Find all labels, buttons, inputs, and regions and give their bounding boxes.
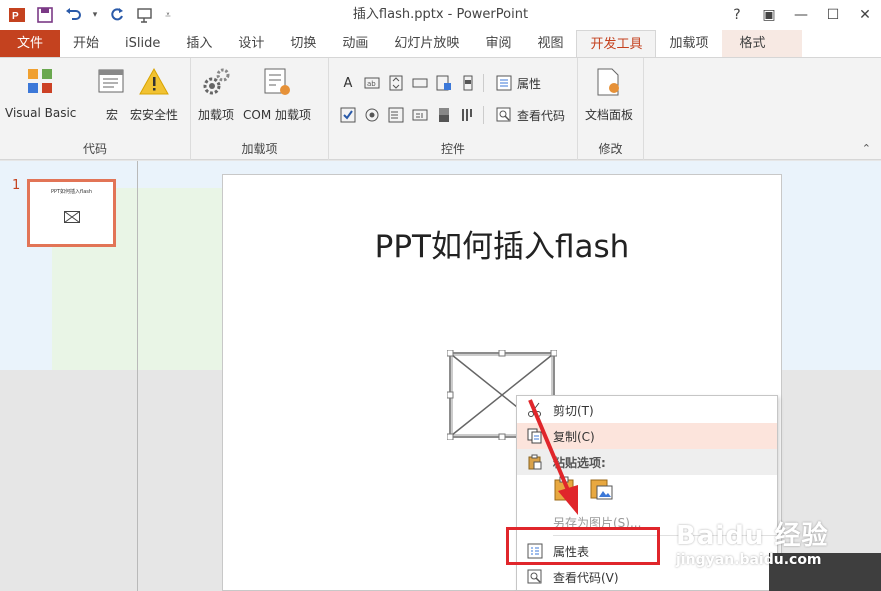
thumbnail-pane: 1 PPT如何插入flash xyxy=(0,161,138,591)
macro-label: 宏 xyxy=(105,108,118,122)
option-button-control-icon[interactable] xyxy=(363,106,381,124)
gears-icon xyxy=(198,64,234,100)
thumbnail-title: PPT如何插入flash xyxy=(50,189,93,195)
properties-button[interactable]: 属性 xyxy=(495,74,541,92)
quick-access-toolbar: P ▾ ⩡ xyxy=(0,4,174,26)
dropdown-icon[interactable]: ▾ xyxy=(90,4,100,26)
close-button[interactable]: ✕ xyxy=(849,0,881,30)
group-addins: 加载项 COM 加载项 加载项 xyxy=(191,58,329,160)
macro-security-label: 宏安全性 xyxy=(130,108,179,122)
customize-toolbar-icon[interactable]: ⩡ xyxy=(162,4,174,26)
image-control-icon[interactable] xyxy=(435,74,453,92)
slide-title[interactable]: PPT如何插入flash xyxy=(223,221,781,266)
help-button[interactable]: ? xyxy=(721,0,753,30)
watermark-url: jingyan.baidu.com xyxy=(676,552,822,568)
slide-thumbnail[interactable]: PPT如何插入flash xyxy=(27,179,116,247)
group-modify-label: 修改 xyxy=(598,142,623,156)
controls-row-1: A ab 属性 xyxy=(339,74,541,92)
minimize-button[interactable]: — xyxy=(785,0,817,30)
envelope-icon xyxy=(64,208,80,227)
view-code-label: 查看代码 xyxy=(517,108,566,123)
properties-icon xyxy=(495,74,513,92)
visual-basic-button[interactable]: Visual Basic xyxy=(5,64,76,120)
maximize-button[interactable]: ☐ xyxy=(817,0,849,30)
slide-number: 1 xyxy=(12,178,21,193)
group-code: Visual Basic 宏 宏安全性 代码 xyxy=(0,58,191,160)
view-code-button[interactable]: 查看代码 xyxy=(495,106,565,124)
frame-control-icon[interactable] xyxy=(411,106,429,124)
tab-insert[interactable]: 插入 xyxy=(173,30,225,57)
annotation-highlight-box xyxy=(506,527,660,565)
paste-as-picture-icon[interactable] xyxy=(589,476,615,506)
addin-button[interactable]: 加载项 xyxy=(198,64,234,123)
visual-basic-icon xyxy=(23,64,59,100)
scrollbar-control-icon[interactable] xyxy=(459,74,477,92)
redo-icon[interactable] xyxy=(106,4,128,26)
spin-button-control-icon[interactable] xyxy=(387,74,405,92)
tab-format[interactable]: 格式 xyxy=(721,30,784,57)
macro-security-button[interactable]: 宏安全性 xyxy=(130,64,178,123)
com-addin-icon xyxy=(259,64,295,100)
group-controls: A ab 属性 查看代码 控件 xyxy=(329,58,578,160)
baidu-watermark: Baidu 经验 jingyan.baidu.com xyxy=(676,515,828,568)
tab-design[interactable]: 设计 xyxy=(225,30,277,57)
com-addin-button[interactable]: COM 加载项 xyxy=(243,64,311,123)
group-modify: 文档面板 修改 xyxy=(578,58,644,160)
toggle-button-control-icon[interactable] xyxy=(435,106,453,124)
com-addin-label: COM 加载项 xyxy=(243,108,311,122)
window-controls: ? ▣ — ☐ ✕ xyxy=(721,0,881,30)
collapse-ribbon-icon[interactable]: ⌃ xyxy=(862,142,871,155)
tab-view[interactable]: 视图 xyxy=(524,30,576,57)
document-panel-label: 文档面板 xyxy=(585,108,634,122)
view-code-menu-icon xyxy=(517,569,553,585)
slideshow-from-start-icon[interactable] xyxy=(134,4,156,26)
document-panel-button[interactable]: 文档面板 xyxy=(585,64,633,123)
visual-basic-label: Visual Basic xyxy=(5,106,77,120)
ribbon: Visual Basic 宏 宏安全性 代码 加载项 COM 加载项 加载项 A… xyxy=(0,57,881,160)
tab-file[interactable]: 文件 xyxy=(0,30,60,57)
document-panel-icon xyxy=(591,64,627,100)
svg-text:P: P xyxy=(12,11,19,22)
tab-review[interactable]: 审阅 xyxy=(472,30,524,57)
addin-label: 加载项 xyxy=(198,108,235,122)
powerpoint-logo-icon: P xyxy=(6,4,28,26)
title-bar: P ▾ ⩡ 插入flash.pptx - PowerPoint ? ▣ — ☐ … xyxy=(0,0,881,30)
listbox-control-icon[interactable] xyxy=(387,106,405,124)
macro-icon xyxy=(94,64,130,100)
watermark-brand: Baidu 经验 xyxy=(676,521,829,551)
tab-slideshow[interactable]: 幻灯片放映 xyxy=(381,30,472,57)
group-addins-label: 加载项 xyxy=(241,142,278,156)
save-icon[interactable] xyxy=(34,4,56,26)
undo-icon[interactable] xyxy=(62,4,84,26)
group-controls-label: 控件 xyxy=(440,142,465,156)
powerpoint-window: P ▾ ⩡ 插入flash.pptx - PowerPoint ? ▣ — ☐ … xyxy=(0,0,881,591)
tab-transitions[interactable]: 切换 xyxy=(277,30,329,57)
warning-icon xyxy=(136,64,172,100)
tab-developer[interactable]: 开发工具 xyxy=(576,30,657,57)
label-control-icon[interactable]: A xyxy=(339,74,357,92)
tab-home[interactable]: 开始 xyxy=(60,30,112,57)
separator xyxy=(483,74,489,92)
controls-row-2: 查看代码 xyxy=(339,106,565,124)
more-controls-icon[interactable] xyxy=(459,106,477,124)
command-button-control-icon[interactable] xyxy=(411,74,429,92)
tab-islide[interactable]: iSlide xyxy=(112,30,173,57)
menu-item-view-code-label: 查看代码(V) xyxy=(553,570,619,585)
tab-animations[interactable]: 动画 xyxy=(329,30,381,57)
separator xyxy=(483,106,489,124)
view-code-icon xyxy=(495,106,513,124)
macro-button[interactable]: 宏 xyxy=(94,64,130,123)
ribbon-tabs: 文件 开始 iSlide 插入 设计 切换 动画 幻灯片放映 审阅 视图 开发工… xyxy=(0,30,881,57)
tab-scroll[interactable] xyxy=(783,30,802,57)
textbox-control-icon[interactable]: ab xyxy=(363,74,381,92)
group-code-label: 代码 xyxy=(82,142,107,156)
checkbox-control-icon[interactable] xyxy=(339,106,357,124)
annotation-arrow xyxy=(520,395,590,524)
properties-label: 属性 xyxy=(517,76,542,91)
tab-addins[interactable]: 加载项 xyxy=(656,30,721,57)
ribbon-display-button[interactable]: ▣ xyxy=(753,0,785,30)
svg-text:ab: ab xyxy=(367,80,376,88)
